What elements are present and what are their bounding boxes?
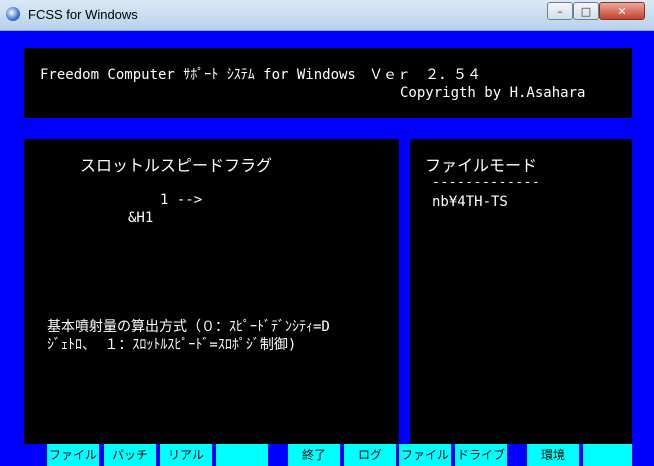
file-mode-heading: ファイルモード xyxy=(425,156,538,175)
app-icon[interactable] xyxy=(6,7,20,21)
fkey-filename[interactable]: ファイル名 xyxy=(399,444,451,466)
fkey-environment[interactable]: 環境 xyxy=(527,444,579,466)
method-description-line1: 基本噴射量の算出方式（０：ｽﾋﾟｰﾄﾞﾃﾞﾝｼﾃｨ=D xyxy=(47,319,330,335)
function-key-bar: ファイル パッチ リアル 終了 ログ ファイル名 ドライブ 環境 xyxy=(0,444,654,466)
fkey-log[interactable]: ログ xyxy=(344,444,396,466)
fkey-real[interactable]: リアル xyxy=(160,444,212,466)
fkey-blank-10[interactable] xyxy=(583,444,632,466)
parameter-value[interactable]: 1 --> xyxy=(160,192,202,208)
parameter-panel: スロットルスピードフラグ 1 --> &H1 基本噴射量の算出方式（０：ｽﾋﾟｰ… xyxy=(24,139,399,444)
window-title: FCSS for Windows xyxy=(28,7,138,22)
fkey-blank-4[interactable] xyxy=(216,444,268,466)
method-description-line2: ｼﾞｪﾄﾛ、 １：ｽﾛｯﾄﾙｽﾋﾟｰﾄﾞ=ｽﾛﾎﾟｼﾞ制御) xyxy=(47,337,297,353)
maximize-button[interactable]: □ xyxy=(573,2,599,20)
title-bar: FCSS for Windows – □ ✕ xyxy=(0,0,654,31)
fkey-drive[interactable]: ドライブ xyxy=(455,444,507,466)
current-filename: nb¥4TH-TS xyxy=(432,194,508,210)
file-mode-separator: ------------- xyxy=(432,175,541,190)
header-panel: Freedom Computer ｻﾎﾟｰﾄ ｼｽﾃﾑ for Windows … xyxy=(24,48,632,118)
file-mode-panel: ファイルモード ------------- nb¥4TH-TS xyxy=(410,139,632,444)
product-line: Freedom Computer ｻﾎﾟｰﾄ ｼｽﾃﾑ for Windows xyxy=(40,67,356,83)
copyright-line: Copyrigth by H.Asahara xyxy=(400,85,586,101)
parameter-heading: スロットルスピードフラグ xyxy=(80,156,273,175)
close-button[interactable]: ✕ xyxy=(599,2,645,20)
fkey-patch[interactable]: パッチ xyxy=(104,444,156,466)
parameter-hex-value: &H1 xyxy=(128,210,154,226)
version-line: Ｖｅｒ ２．５４ xyxy=(369,67,481,83)
fkey-exit[interactable]: 終了 xyxy=(288,444,340,466)
minimize-button[interactable]: – xyxy=(547,2,573,20)
fkey-file[interactable]: ファイル xyxy=(47,444,99,466)
